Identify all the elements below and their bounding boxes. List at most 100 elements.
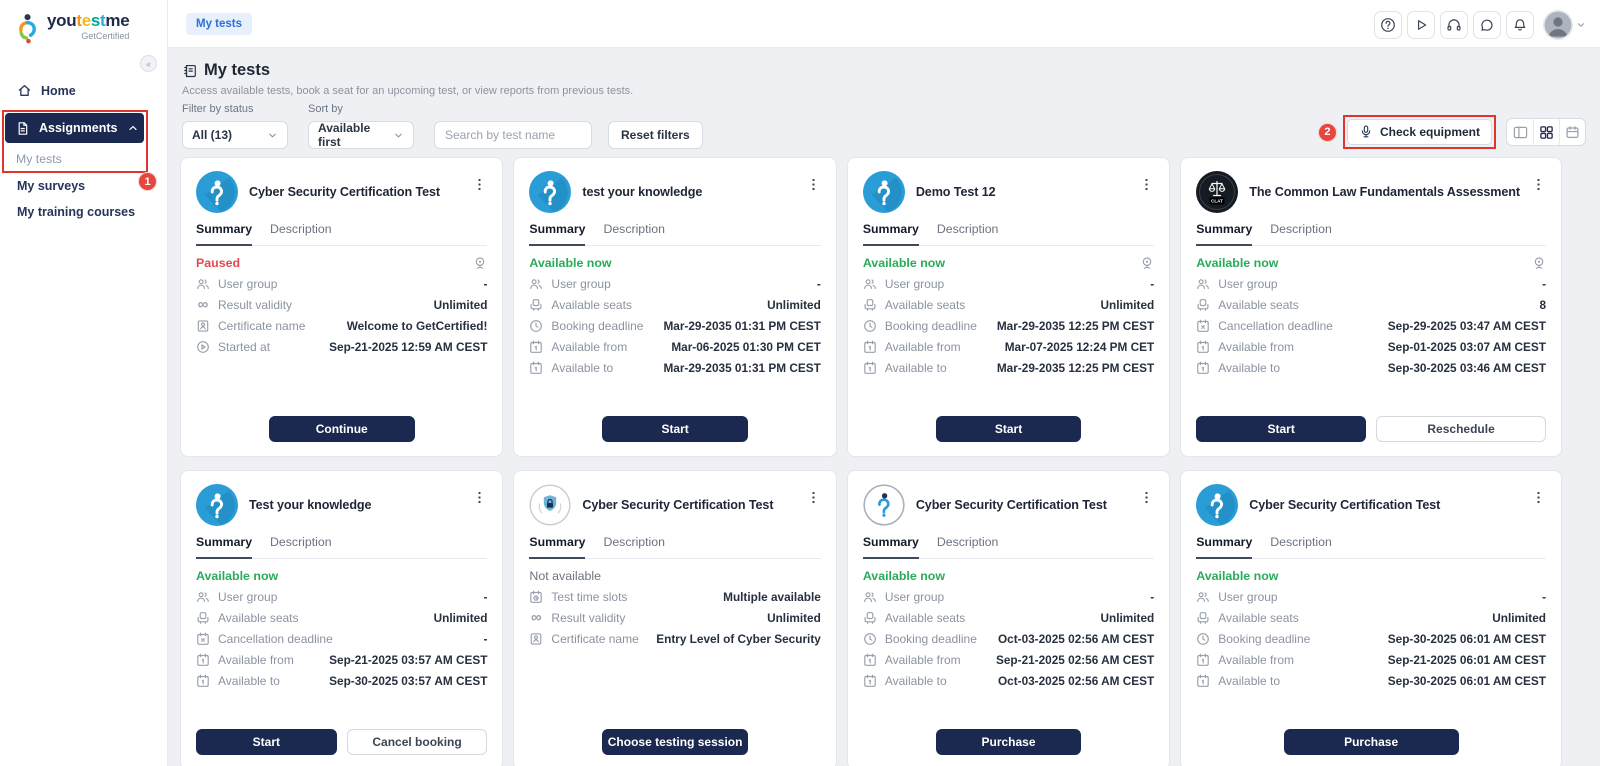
tab-summary[interactable]: Summary (529, 222, 585, 246)
detail-row: Available fromSep-21-2025 06:01 AM CEST (1196, 650, 1546, 671)
users-icon (196, 590, 210, 604)
card-menu-button[interactable] (472, 177, 487, 195)
detail-label: Cancellation deadline (218, 632, 333, 646)
breadcrumb[interactable]: My tests (186, 13, 252, 35)
table-view-button[interactable] (1507, 119, 1533, 145)
sort-by-select[interactable]: Available first (308, 121, 414, 149)
detail-row: User group- (196, 586, 487, 607)
calendar-view-button[interactable] (1559, 119, 1585, 145)
purchase-button[interactable]: Purchase (936, 729, 1082, 755)
continue-button[interactable]: Continue (269, 416, 415, 442)
calendar-icon (863, 361, 877, 375)
detail-row: Available seatsUnlimited (196, 607, 487, 628)
sidebar-item-my-surveys[interactable]: My surveys (17, 179, 85, 193)
card-menu-button[interactable] (806, 490, 821, 508)
tutorial-play-button[interactable] (1407, 11, 1435, 39)
start-button[interactable]: Start (196, 729, 337, 755)
detail-value: Multiple available (723, 590, 821, 604)
user-avatar[interactable] (1543, 10, 1586, 40)
detail-row: Certificate nameEntry Level of Cyber Sec… (529, 628, 820, 649)
sidebar-item-my-tests[interactable]: My tests (5, 147, 144, 171)
infinity-icon: ∞ (529, 611, 543, 625)
grid-view-button[interactable] (1533, 119, 1559, 145)
kebab-icon (1531, 490, 1546, 505)
chevron-down-icon (267, 130, 278, 141)
start-button[interactable]: Start (602, 416, 748, 442)
support-button[interactable] (1440, 11, 1468, 39)
sidebar-item-my-training-courses[interactable]: My training courses (17, 205, 135, 219)
start-button[interactable]: Start (936, 416, 1082, 442)
tab-summary[interactable]: Summary (529, 535, 585, 559)
tab-description[interactable]: Description (1270, 222, 1332, 245)
detail-row: Available toSep-30-2025 03:57 AM CEST (196, 671, 487, 692)
cancel-booking-button[interactable]: Cancel booking (347, 729, 488, 755)
purchase-button[interactable]: Purchase (1284, 729, 1459, 755)
tab-description[interactable]: Description (603, 222, 665, 245)
clock-icon (1196, 632, 1210, 646)
status-filter-select[interactable]: All (13) (182, 121, 288, 149)
calendar-icon (1196, 653, 1210, 667)
users-icon (863, 590, 877, 604)
card-tabs: Summary Description (196, 535, 487, 559)
sidebar-item-home[interactable]: Home (17, 83, 76, 98)
test-logo-ytm-blue (529, 171, 571, 213)
detail-label: Result validity (218, 298, 292, 312)
calendar-icon (529, 361, 543, 375)
card-menu-button[interactable] (806, 177, 821, 195)
reset-filters-button[interactable]: Reset filters (608, 121, 703, 149)
tab-description[interactable]: Description (270, 535, 332, 558)
card-tabs: Summary Description (863, 222, 1154, 246)
status-badge: Available now (863, 569, 945, 583)
card-menu-button[interactable] (1531, 177, 1546, 195)
choose-testing-session-button[interactable]: Choose testing session (602, 729, 748, 755)
sidebar-collapse-button[interactable]: « (140, 55, 157, 72)
tab-description[interactable]: Description (603, 535, 665, 558)
messages-button[interactable] (1473, 11, 1501, 39)
clock-icon (863, 632, 877, 646)
card-menu-button[interactable] (1139, 177, 1154, 195)
test-logo-ytm-blue (196, 171, 238, 213)
start-button[interactable]: Start (1196, 416, 1366, 442)
detail-value: Sep-30-2025 03:57 AM CEST (329, 674, 487, 688)
tab-description[interactable]: Description (270, 222, 332, 245)
reschedule-button[interactable]: Reschedule (1376, 416, 1546, 442)
tab-description[interactable]: Description (937, 222, 999, 245)
tab-summary[interactable]: Summary (863, 535, 919, 559)
detail-value: Sep-01-2025 03:07 AM CEST (1388, 340, 1546, 354)
tab-description[interactable]: Description (937, 535, 999, 558)
brand-letter: you (47, 11, 76, 30)
help-button[interactable] (1374, 11, 1402, 39)
main-content: My tests Access available tests, book a … (168, 49, 1600, 766)
card-menu-button[interactable] (472, 490, 487, 508)
card-menu-button[interactable] (1139, 490, 1154, 508)
tab-summary[interactable]: Summary (863, 222, 919, 246)
detail-label: User group (1218, 590, 1277, 604)
detail-list: User group-∞Result validityUnlimitedCert… (196, 273, 487, 358)
tab-summary[interactable]: Summary (196, 222, 252, 246)
notifications-button[interactable] (1506, 11, 1534, 39)
users-icon (863, 277, 877, 291)
test-card: CLATThe Common Law Fundamentals Assessme… (1180, 157, 1562, 457)
detail-row: User group- (196, 273, 487, 294)
tab-summary[interactable]: Summary (1196, 535, 1252, 559)
card-tabs: Summary Description (863, 535, 1154, 559)
detail-value: Oct-03-2025 02:56 AM CEST (998, 632, 1154, 646)
status-badge: Available now (1196, 256, 1278, 270)
tab-summary[interactable]: Summary (196, 535, 252, 559)
search-input[interactable] (434, 121, 592, 149)
card-menu-button[interactable] (1531, 490, 1546, 508)
detail-value: Oct-03-2025 02:56 AM CEST (998, 674, 1154, 688)
detail-row: Available fromMar-06-2025 01:30 PM CET (529, 337, 820, 358)
sidebar-item-assignments[interactable]: Assignments (5, 113, 144, 143)
detail-value: Sep-29-2025 03:47 AM CEST (1388, 319, 1546, 333)
brand-letter: s (91, 11, 100, 30)
check-equipment-button[interactable]: Check equipment (1347, 119, 1492, 145)
card-tabs: Summary Description (196, 222, 487, 246)
tab-description[interactable]: Description (1270, 535, 1332, 558)
annotation-badge-1: 1 (138, 172, 157, 191)
kebab-icon (1139, 490, 1154, 505)
tab-summary[interactable]: Summary (1196, 222, 1252, 246)
assignments-icon (15, 121, 30, 136)
detail-label: Available to (885, 361, 947, 375)
seat-icon (1196, 611, 1210, 625)
